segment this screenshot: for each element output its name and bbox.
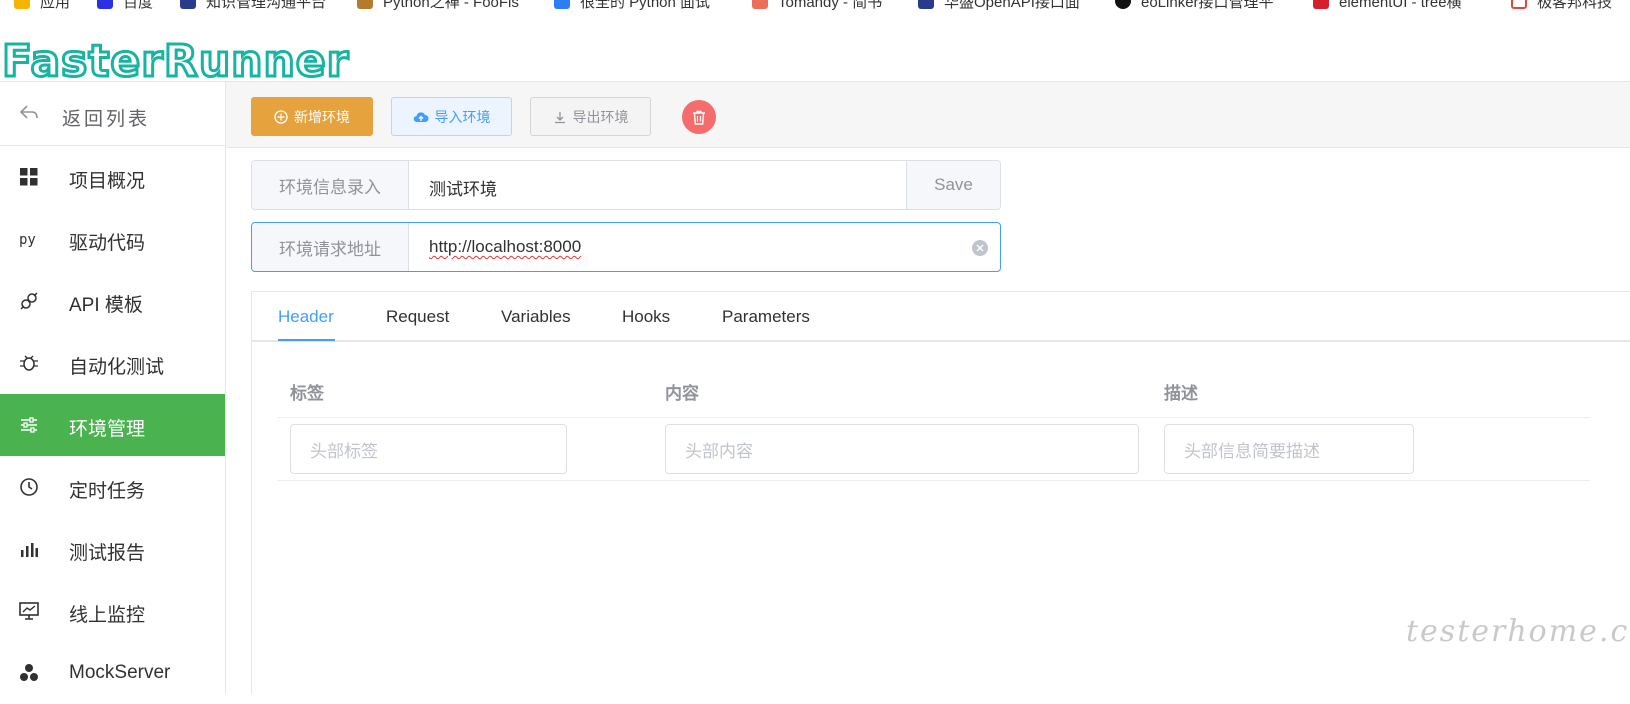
bar-chart-icon: [21, 543, 38, 557]
clear-input-icon[interactable]: [972, 240, 988, 256]
bookmark-apps[interactable]: 应用: [14, 0, 70, 11]
bookmark-icon: [180, 0, 196, 9]
grid-icon: [20, 168, 38, 186]
env-info-group: 环境信息录入 测试环境 Save: [251, 160, 1001, 210]
back-to-list[interactable]: 返回列表: [0, 82, 225, 146]
bookmark-openapi[interactable]: 华盛OpenAPI接口面: [918, 0, 1080, 11]
bug-icon: [20, 355, 38, 371]
bookmarks-bar: 应用 百度 知识管理沟通平台 Python之禅 - FooFis 很全的 Pyt…: [0, 0, 1630, 14]
sidebar: 返回列表 项目概况 py 驱动代码 API 模板 自动化测试 环境管理 定时任务…: [0, 82, 226, 694]
svg-text:FasterRunner: FasterRunner: [2, 36, 349, 86]
tab-header[interactable]: Header: [278, 307, 334, 327]
sidebar-item-driver-code[interactable]: py 驱动代码: [0, 208, 225, 270]
tabs-bar: Header Request Variables Hooks Parameter…: [252, 292, 1630, 342]
plus-circle-icon: [274, 109, 288, 124]
tab-request[interactable]: Request: [386, 307, 449, 327]
csdn-icon: [1313, 0, 1329, 9]
app-header: FasterRunner: [0, 14, 1630, 86]
table-divider: [277, 417, 1590, 418]
sidebar-item-api-template[interactable]: API 模板: [0, 270, 225, 332]
save-button[interactable]: Save: [906, 161, 1000, 209]
bookmark-knowledge[interactable]: 知识管理沟通平台: [180, 0, 326, 11]
column-header-content: 内容: [665, 384, 699, 403]
export-env-button[interactable]: 导出环境: [530, 97, 651, 136]
monitor-icon: [19, 602, 39, 620]
sidebar-item-online-monitor[interactable]: 线上监控: [0, 580, 225, 642]
tab-parameters[interactable]: Parameters: [722, 307, 810, 327]
py-icon: py: [19, 232, 36, 248]
env-name-input[interactable]: 测试环境: [429, 175, 497, 200]
bookmark-icon: [357, 0, 373, 9]
bookmark-python-zen[interactable]: Python之禅 - FooFis: [357, 0, 519, 11]
active-tab-indicator: [278, 339, 335, 341]
column-header-label: 标签: [290, 384, 324, 403]
apps-icon: [14, 0, 30, 9]
column-header-description: 描述: [1164, 384, 1198, 403]
cloud-upload-icon: [413, 111, 428, 122]
cluster-icon: [20, 664, 38, 681]
header-description-input[interactable]: 头部信息简要描述: [1164, 424, 1414, 474]
download-icon: [554, 111, 565, 123]
sidebar-item-scheduled-tasks[interactable]: 定时任务: [0, 456, 225, 518]
sidebar-item-test-reports[interactable]: 测试报告: [0, 518, 225, 580]
tab-variables[interactable]: Variables: [501, 307, 571, 327]
bookmark-eolinker[interactable]: eoLinker接口管理平: [1115, 0, 1274, 11]
reply-arrow-icon: [19, 105, 38, 119]
env-info-label: 环境信息录入: [252, 161, 409, 209]
bookmark-geekbang[interactable]: 极客邦科技: [1511, 0, 1612, 11]
eolinker-icon: [1115, 0, 1131, 9]
header-value-input[interactable]: 头部内容: [665, 424, 1139, 474]
sidebar-item-automation-test[interactable]: 自动化测试: [0, 332, 225, 394]
watermark: testerhome.com: [1406, 614, 1630, 649]
header-key-input[interactable]: 头部标签: [290, 424, 567, 474]
env-url-group: 环境请求地址 http://localhost:8000: [251, 222, 1001, 272]
clock-icon: [20, 478, 38, 496]
bookmark-python-interview[interactable]: 很全的 Python 面试: [554, 0, 710, 11]
tab-hooks[interactable]: Hooks: [622, 307, 670, 327]
link-icon: [20, 292, 38, 310]
toolbar: 新增环境 导入环境 导出环境: [226, 82, 1630, 148]
env-url-input[interactable]: http://localhost:8000: [429, 237, 581, 257]
jianshu-icon: [752, 0, 768, 9]
sidebar-item-project-overview[interactable]: 项目概况: [0, 146, 225, 208]
bookmark-icon: [1511, 0, 1527, 9]
import-env-button[interactable]: 导入环境: [391, 97, 512, 136]
bookmark-baidu[interactable]: 百度: [97, 0, 153, 11]
sidebar-item-mockserver[interactable]: MockServer: [0, 642, 225, 704]
sliders-icon: [21, 417, 37, 433]
trash-icon: [693, 110, 705, 125]
bookmark-icon: [554, 0, 570, 9]
sidebar-item-env-management[interactable]: 环境管理: [0, 394, 225, 456]
table-divider: [277, 480, 1590, 481]
bookmark-jianshu[interactable]: Tomandy - 简书: [752, 0, 882, 11]
delete-env-button[interactable]: [682, 100, 716, 134]
app-logo[interactable]: FasterRunner: [2, 34, 362, 87]
add-env-button[interactable]: 新增环境: [251, 97, 373, 136]
bookmark-icon: [918, 0, 934, 9]
baidu-icon: [97, 0, 113, 9]
bookmark-elementui[interactable]: elementUI - tree横: [1313, 0, 1462, 11]
env-url-label: 环境请求地址: [252, 223, 409, 271]
svg-text:py: py: [19, 232, 36, 248]
